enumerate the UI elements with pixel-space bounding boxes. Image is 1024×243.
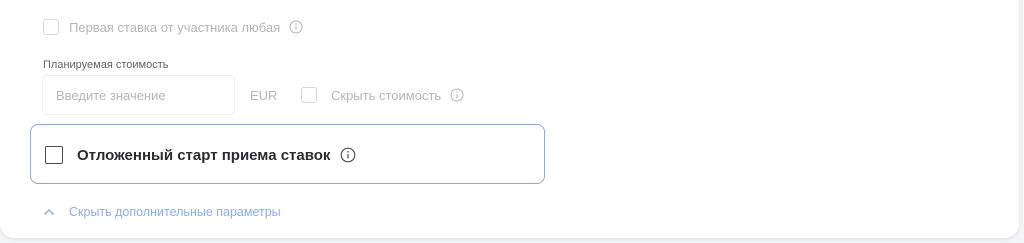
first-bid-option[interactable]: Первая ставка от участника любая bbox=[43, 17, 303, 37]
planned-cost-label: Планируемая стоимость bbox=[43, 59, 169, 71]
planned-cost-input[interactable] bbox=[42, 75, 235, 115]
chevron-up-icon bbox=[43, 208, 55, 216]
hide-extra-params-link[interactable]: Скрыть дополнительные параметры bbox=[43, 203, 281, 221]
first-bid-checkbox[interactable] bbox=[43, 19, 59, 35]
hide-extra-params-label: Скрыть дополнительные параметры bbox=[69, 205, 281, 219]
deferred-start-box[interactable]: Отложенный старт приема ставок bbox=[30, 124, 545, 184]
deferred-start-option[interactable]: Отложенный старт приема ставок bbox=[45, 145, 356, 165]
settings-card: Первая ставка от участника любая Планиру… bbox=[0, 0, 1019, 238]
deferred-start-checkbox[interactable] bbox=[45, 146, 63, 164]
hide-cost-checkbox[interactable] bbox=[301, 87, 317, 103]
info-icon[interactable] bbox=[450, 88, 464, 102]
info-icon[interactable] bbox=[340, 147, 356, 163]
first-bid-label: Первая ставка от участника любая bbox=[69, 19, 281, 35]
hide-cost-option[interactable]: Скрыть стоимость bbox=[301, 85, 464, 105]
currency-label: EUR bbox=[250, 88, 278, 103]
hide-cost-label: Скрыть стоимость bbox=[331, 87, 442, 103]
deferred-start-label: Отложенный старт приема ставок bbox=[77, 146, 331, 164]
info-icon[interactable] bbox=[289, 20, 303, 34]
